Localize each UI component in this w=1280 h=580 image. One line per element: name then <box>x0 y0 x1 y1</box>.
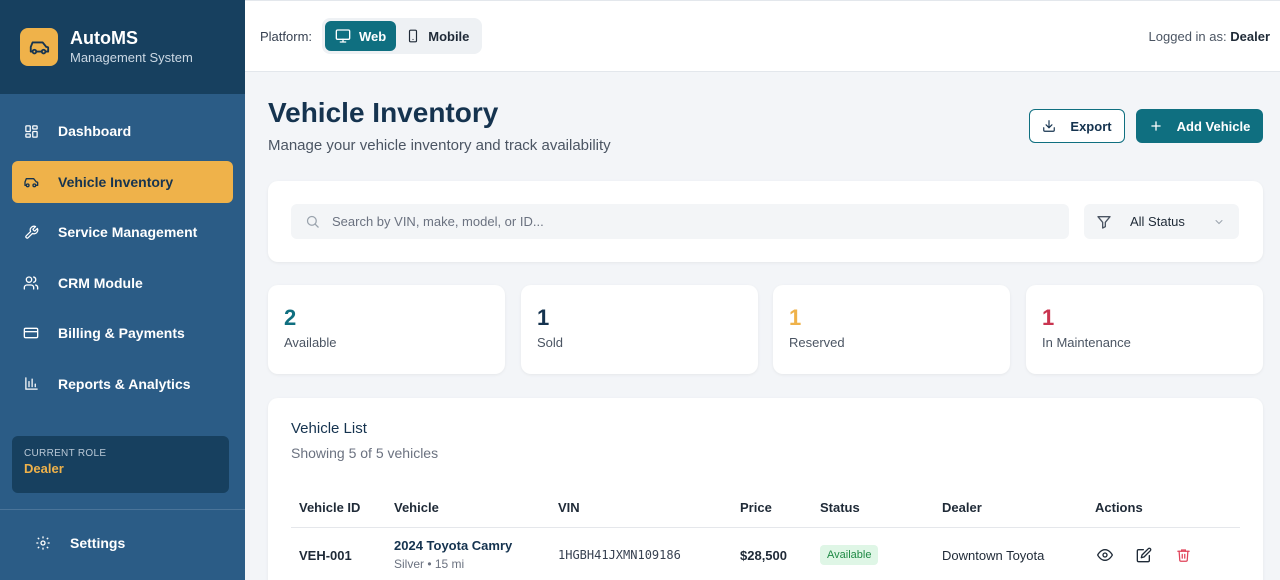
search-input[interactable] <box>332 214 1032 229</box>
add-vehicle-button[interactable]: Add Vehicle <box>1136 109 1263 143</box>
sidebar-item-settings[interactable]: Settings <box>24 522 241 564</box>
table-row[interactable]: VEH-001 2024 Toyota Camry Silver • 15 mi… <box>291 529 1240 579</box>
credit-card-icon <box>23 325 39 341</box>
monitor-icon <box>335 29 351 43</box>
edit-button[interactable] <box>1134 545 1154 565</box>
vehicle-meta: Silver • 15 mi <box>394 557 465 571</box>
edit-icon <box>1136 547 1152 563</box>
sidebar-item-label: Billing & Payments <box>58 325 185 341</box>
vehicle-list-title: Vehicle List <box>291 420 367 437</box>
plus-icon <box>1150 121 1161 131</box>
sidebar: AutoMS Management System Dashboard Vehic… <box>0 0 245 580</box>
car-icon <box>23 174 39 190</box>
platform-toggle: Web Mobile <box>322 18 483 54</box>
delete-button[interactable] <box>1173 545 1193 565</box>
vehicle-vin: 1HGBH41JXMN109186 <box>558 548 681 562</box>
search-field <box>291 204 1069 239</box>
brand: AutoMS Management System <box>0 0 245 94</box>
export-button[interactable]: Export <box>1029 109 1125 143</box>
add-vehicle-label: Add Vehicle <box>1176 118 1251 134</box>
vehicle-dealer: Downtown Toyota <box>942 548 1045 563</box>
page-subtitle: Manage your vehicle inventory and track … <box>268 137 611 154</box>
stat-value: 1 <box>1042 305 1055 330</box>
page-title: Vehicle Inventory <box>268 97 499 128</box>
view-button[interactable] <box>1095 545 1115 565</box>
top-bar: Platform: Web Mobile Logged in as: Deale… <box>245 0 1280 72</box>
row-actions <box>1095 545 1212 565</box>
trash-icon <box>1176 549 1190 562</box>
sidebar-divider <box>0 509 245 510</box>
grid-icon <box>23 123 39 139</box>
stat-label: In Maintenance <box>1042 335 1131 350</box>
sidebar-item-label: Vehicle Inventory <box>58 173 174 190</box>
column-header-vin[interactable]: VIN <box>558 500 580 515</box>
column-header-vehicle[interactable]: Vehicle <box>394 500 439 515</box>
stat-value: 1 <box>537 305 550 330</box>
sidebar-item-label: Settings <box>70 535 126 551</box>
bar-chart-icon <box>23 376 39 392</box>
stat-card-reserved: 1 Reserved <box>773 285 1010 374</box>
smartphone-icon <box>409 29 418 43</box>
stat-value: 1 <box>789 305 802 330</box>
column-header-dealer[interactable]: Dealer <box>942 500 982 515</box>
column-header-status[interactable]: Status <box>820 500 860 515</box>
status-filter-value: All Status <box>1130 214 1185 229</box>
download-icon <box>1043 120 1056 132</box>
brand-name: AutoMS <box>70 28 138 48</box>
users-icon <box>23 275 39 291</box>
vehicle-name: 2024 Toyota Camry <box>394 538 513 553</box>
eye-icon <box>1097 548 1113 562</box>
search-icon <box>306 215 319 228</box>
logged-in-prefix: Logged in as: <box>1148 28 1227 44</box>
platform-web-label: Web <box>359 28 387 44</box>
platform-web-button[interactable]: Web <box>325 21 397 51</box>
stat-card-in-maintenance: 1 In Maintenance <box>1026 285 1263 374</box>
column-header-vehicle-id[interactable]: Vehicle ID <box>299 500 360 515</box>
vehicle-id: VEH-001 <box>299 548 352 563</box>
current-role-value: Dealer <box>24 461 64 476</box>
car-logo-icon <box>20 28 58 66</box>
vehicle-list-card: Vehicle List Showing 5 of 5 vehicles Veh… <box>268 398 1263 580</box>
sidebar-item-vehicle-inventory[interactable]: Vehicle Inventory <box>12 160 233 203</box>
sidebar-item-reports-analytics[interactable]: Reports & Analytics <box>12 363 233 405</box>
sidebar-item-service-management[interactable]: Service Management <box>12 211 233 253</box>
sidebar-item-label: Service Management <box>58 224 198 240</box>
vehicle-price: $28,500 <box>740 548 787 563</box>
wrench-icon <box>23 224 39 240</box>
filter-icon <box>1097 215 1111 229</box>
status-cell: Available <box>820 545 879 565</box>
platform-label: Platform: <box>260 28 313 44</box>
column-header-actions: Actions <box>1095 500 1143 515</box>
stat-card-available: 2 Available <box>268 285 505 374</box>
brand-subtitle: Management System <box>70 50 193 65</box>
sidebar-item-label: Reports & Analytics <box>58 375 191 392</box>
sidebar-item-label: CRM Module <box>58 274 143 291</box>
platform-mobile-button[interactable]: Mobile <box>396 21 479 51</box>
sidebar-item-dashboard[interactable]: Dashboard <box>12 110 233 152</box>
logged-in-status: Logged in as: Dealer <box>1149 29 1270 44</box>
sidebar-nav: Dashboard Vehicle Inventory Service Mana… <box>0 94 245 405</box>
sidebar-item-label: Dashboard <box>58 123 132 139</box>
sidebar-item-crm-module[interactable]: CRM Module <box>12 262 233 304</box>
search-filter-card: All Status <box>268 181 1263 262</box>
status-badge: Available <box>820 545 879 565</box>
stat-label: Reserved <box>789 335 845 350</box>
stat-label: Sold <box>537 335 564 350</box>
platform-mobile-label: Mobile <box>428 28 470 44</box>
export-label: Export <box>1070 118 1112 134</box>
table-header: Vehicle ID Vehicle VIN Price Status Deal… <box>291 494 1240 528</box>
current-role-box: CURRENT ROLE Dealer <box>12 436 229 493</box>
column-header-price[interactable]: Price <box>740 500 772 515</box>
chevron-down-icon <box>1215 219 1223 224</box>
sidebar-item-billing-payments[interactable]: Billing & Payments <box>12 312 233 354</box>
stat-value: 2 <box>284 305 297 330</box>
logged-in-user: Dealer <box>1230 28 1270 44</box>
stat-card-sold: 1 Sold <box>521 285 758 374</box>
stat-label: Available <box>284 335 337 350</box>
vehicle-list-count: Showing 5 of 5 vehicles <box>291 445 439 461</box>
current-role-label: CURRENT ROLE <box>24 448 107 459</box>
status-filter-select[interactable]: All Status <box>1084 204 1239 239</box>
gear-icon <box>35 535 51 551</box>
vehicle-cell: 2024 Toyota Camry Silver • 15 mi <box>394 538 512 571</box>
